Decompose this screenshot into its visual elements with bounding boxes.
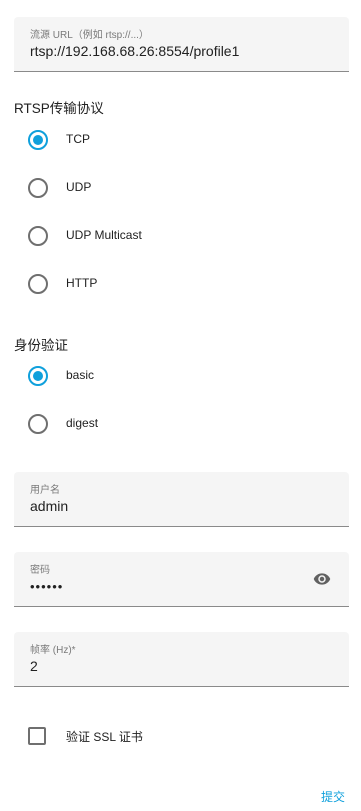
radio-label-udp: UDP [66, 180, 92, 194]
radio-button-udp-multicast[interactable] [28, 226, 48, 246]
ssl-verify-option[interactable]: 验证 SSL 证书 [24, 715, 324, 755]
password-field[interactable]: 密码 [14, 552, 349, 607]
rtsp-protocol-title: RTSP传输协议 [14, 101, 104, 116]
radio-label-http: HTTP [66, 276, 98, 290]
radio-option-digest[interactable]: digest [24, 404, 324, 444]
password-label: 密码 [30, 565, 50, 576]
radio-button-basic[interactable] [28, 366, 48, 386]
framerate-input[interactable] [30, 656, 300, 676]
radio-option-tcp[interactable]: TCP [24, 120, 324, 160]
stream-url-input[interactable] [30, 41, 300, 61]
stream-url-label: 流源 URL（例如 rtsp://...） [30, 30, 149, 41]
eye-icon[interactable] [311, 570, 333, 588]
radio-label-tcp: TCP [66, 132, 90, 146]
password-input[interactable] [30, 576, 300, 596]
ssl-verify-checkbox[interactable] [28, 727, 46, 745]
username-label: 用户名 [30, 485, 60, 496]
radio-button-http[interactable] [28, 274, 48, 294]
ssl-verify-label: 验证 SSL 证书 [66, 730, 143, 744]
radio-option-basic[interactable]: basic [24, 356, 324, 396]
radio-label-basic: basic [66, 368, 95, 382]
radio-selected-dot [33, 371, 43, 381]
radio-label-digest: digest [66, 416, 99, 430]
username-input[interactable] [30, 496, 300, 516]
radio-button-udp[interactable] [28, 178, 48, 198]
radio-label-udp-multicast: UDP Multicast [66, 228, 142, 242]
radio-button-digest[interactable] [28, 414, 48, 434]
framerate-field[interactable]: 帧率 (Hz)* [14, 632, 349, 687]
username-field[interactable]: 用户名 [14, 472, 349, 527]
radio-selected-dot [33, 135, 43, 145]
radio-option-http[interactable]: HTTP [24, 264, 324, 304]
radio-button-tcp[interactable] [28, 130, 48, 150]
submit-button[interactable]: 提交 [317, 786, 349, 807]
radio-option-udp-multicast[interactable]: UDP Multicast [24, 216, 324, 256]
framerate-label: 帧率 (Hz)* [30, 645, 76, 656]
stream-url-field[interactable]: 流源 URL（例如 rtsp://...） [14, 17, 349, 72]
auth-title: 身份验证 [14, 338, 68, 353]
radio-option-udp[interactable]: UDP [24, 168, 324, 208]
